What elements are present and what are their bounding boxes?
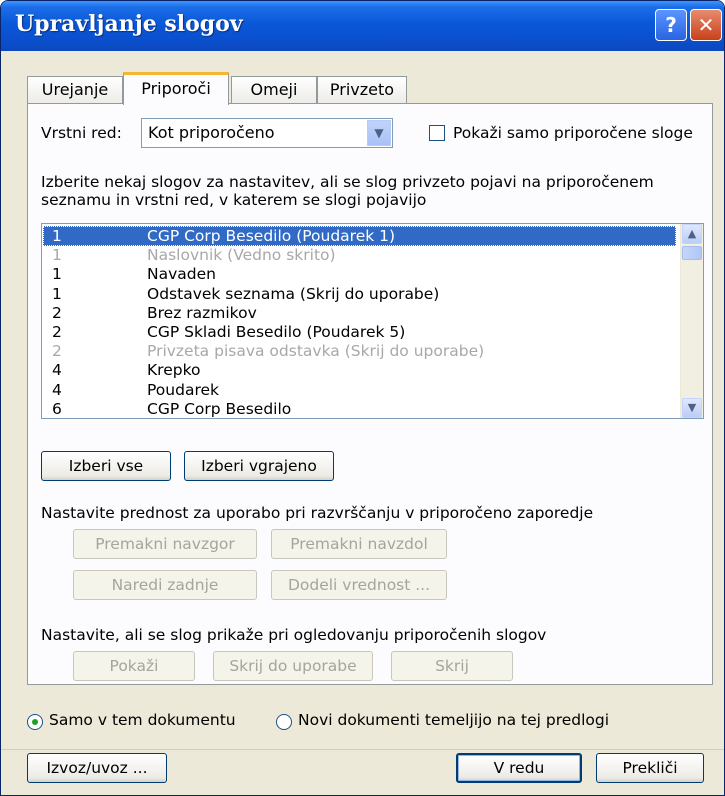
this-document-radio[interactable]	[27, 714, 43, 730]
style-priority: 2	[52, 303, 62, 322]
style-priority: 6	[52, 399, 62, 418]
cancel-button[interactable]: Prekliči	[596, 753, 704, 783]
scroll-up-icon[interactable]: ▲	[682, 224, 702, 244]
move-last-button[interactable]: Naredi zadnje	[73, 570, 257, 600]
sort-order-label: Vrstni red:	[41, 124, 122, 142]
style-list-item[interactable]: 4 Krepko	[43, 360, 676, 380]
style-list-item[interactable]: 2 Brez razmikov	[43, 303, 676, 323]
style-list-item[interactable]: 1 CGP Corp Besedilo (Poudarek 1)	[43, 226, 676, 246]
style-name: Naslovnik (Vedno skrito)	[147, 246, 336, 265]
style-name: Brez razmikov	[147, 303, 257, 322]
style-priority: 4	[52, 380, 62, 399]
priority-section-label: Nastavite prednost za uporabo pri razvrš…	[41, 504, 594, 522]
style-name: CGP Skladi Besedilo (Poudarek 5)	[147, 323, 406, 341]
move-up-button[interactable]: Premakni navzgor	[73, 529, 257, 559]
style-name: CGP Corp Besedilo (Poudarek 1)	[147, 227, 396, 245]
tab-recommend[interactable]: Priporoči	[123, 72, 229, 105]
style-list-item[interactable]: 1 Navaden	[43, 264, 676, 284]
visibility-section-label: Nastavite, ali se slog prikaže pri ogled…	[41, 626, 547, 644]
help-button[interactable]: ?	[655, 9, 687, 41]
new-documents-label[interactable]: Novi dokumenti temeljijo na tej predlogi	[298, 711, 609, 729]
select-builtin-button[interactable]: Izberi vgrajeno	[184, 451, 334, 481]
style-list-item[interactable]: 2 CGP Skladi Besedilo (Poudarek 5)	[43, 322, 676, 342]
styles-listbox[interactable]: 1 CGP Corp Besedilo (Poudarek 1) 1 Naslovni…	[41, 223, 704, 419]
scroll-down-icon[interactable]: ▼	[682, 398, 702, 418]
listbox-scrollbar[interactable]: ▲ ▼	[680, 224, 703, 418]
hide-button[interactable]: Skrij	[391, 651, 513, 681]
separator	[1, 749, 724, 750]
style-list-item[interactable]: 2 Privzeta pisava odstavka (Skrij do upor…	[43, 341, 676, 361]
style-name: CGP Corp Besedilo	[147, 399, 292, 418]
close-button[interactable]: ✕	[690, 9, 722, 41]
style-priority: 1	[52, 284, 62, 303]
show-recommended-only-checkbox[interactable]	[429, 125, 445, 141]
style-list-item[interactable]: 1 Naslovnik (Vedno skrito)	[43, 245, 676, 265]
tab-edit[interactable]: Urejanje	[27, 76, 123, 104]
style-priority: 2	[52, 323, 62, 341]
show-recommended-only-label[interactable]: Pokaži samo priporočene sloge	[453, 124, 693, 142]
hide-until-used-button[interactable]: Skrij do uporabe	[213, 651, 373, 681]
style-priority: 1	[52, 227, 62, 245]
manage-styles-dialog: Upravljanje slogov ? ✕ Urejanje Priporoč…	[0, 0, 725, 796]
title-bar[interactable]: Upravljanje slogov ? ✕	[1, 1, 724, 51]
style-name: Odstavek seznama (Skrij do uporabe)	[147, 284, 440, 303]
scroll-thumb[interactable]	[682, 246, 702, 260]
style-name: Privzeta pisava odstavka (Skrij do upora…	[147, 342, 485, 361]
style-priority: 4	[52, 361, 62, 380]
chevron-down-icon[interactable]: ▼	[367, 120, 391, 146]
style-list-item[interactable]: 4 Poudarek	[43, 380, 676, 400]
move-down-button[interactable]: Premakni navzdol	[271, 529, 447, 559]
style-priority: 2	[52, 342, 62, 361]
dialog-title: Upravljanje slogov	[15, 11, 243, 37]
style-name: Krepko	[147, 361, 201, 380]
sort-order-select[interactable]: Kot priporočeno ▼	[141, 118, 393, 148]
tab-restrict[interactable]: Omeji	[231, 76, 317, 104]
instruction-text: Izberite nekaj slogov za nastavitev, ali…	[41, 173, 654, 209]
style-list-item[interactable]: 1 Odstavek seznama (Skrij do uporabe)	[43, 284, 676, 304]
new-documents-radio[interactable]	[276, 714, 292, 730]
show-button[interactable]: Pokaži	[73, 651, 195, 681]
tab-defaults[interactable]: Privzeto	[317, 76, 407, 104]
style-list-item[interactable]: 6 CGP Corp Besedilo	[43, 399, 676, 418]
import-export-button[interactable]: Izvoz/uvoz ...	[27, 753, 167, 783]
style-priority: 1	[52, 265, 62, 284]
select-all-button[interactable]: Izberi vse	[41, 451, 171, 481]
assign-value-button[interactable]: Dodeli vrednost ...	[271, 570, 447, 600]
this-document-label[interactable]: Samo v tem dokumentu	[49, 711, 236, 729]
style-name: Poudarek	[147, 380, 219, 399]
style-priority: 1	[52, 246, 62, 265]
style-name: Navaden	[147, 265, 216, 284]
ok-button[interactable]: V redu	[456, 753, 582, 783]
sort-order-value: Kot priporočeno	[148, 123, 275, 142]
